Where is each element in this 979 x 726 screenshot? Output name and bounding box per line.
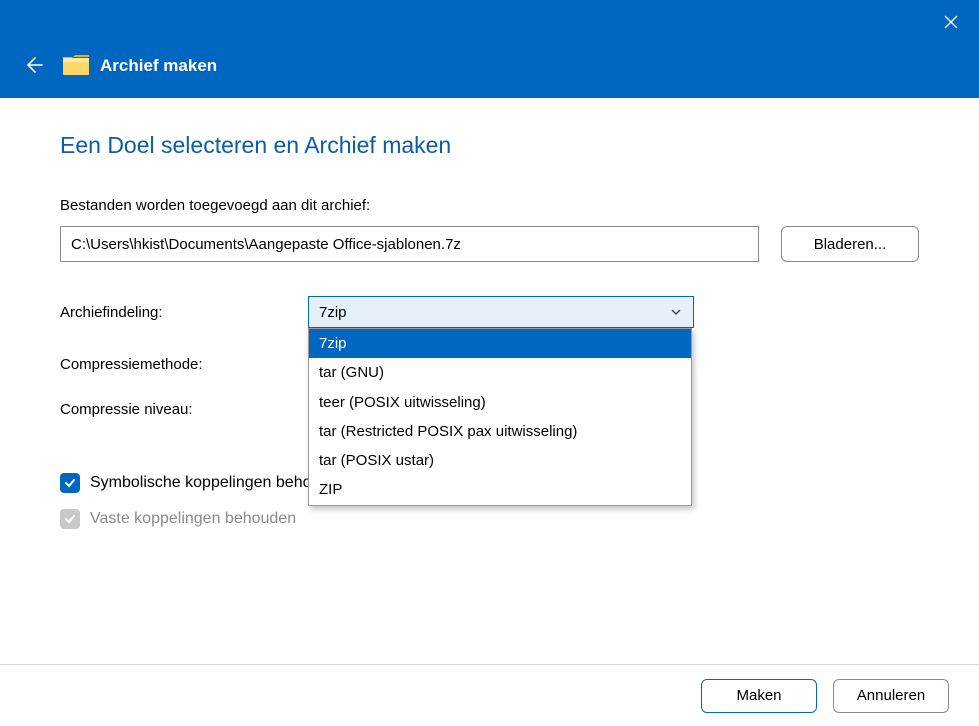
- browse-button[interactable]: Bladeren...: [781, 226, 919, 262]
- level-label: Compressie niveau:: [60, 401, 308, 418]
- back-button[interactable]: [22, 54, 62, 76]
- format-label: Archiefindeling:: [60, 304, 308, 321]
- format-option[interactable]: tar (POSIX ustar): [309, 446, 691, 475]
- make-button[interactable]: Maken: [701, 679, 817, 713]
- format-dropdown: 7zip tar (GNU) teer (POSIX uitwisseling)…: [308, 328, 692, 506]
- cancel-button[interactable]: Annuleren: [833, 679, 949, 713]
- format-option[interactable]: 7zip: [309, 329, 691, 358]
- hardlinks-label: Vaste koppelingen behouden: [90, 510, 296, 528]
- format-option[interactable]: ZIP: [309, 475, 691, 504]
- checkbox-checked-icon: [60, 473, 80, 493]
- window-title: Archief maken: [100, 56, 217, 76]
- format-option[interactable]: tar (Restricted POSIX pax uitwisseling): [309, 417, 691, 446]
- chevron-down-icon: [669, 305, 683, 319]
- folder-icon: [62, 54, 90, 76]
- archive-path-input[interactable]: [60, 226, 759, 262]
- format-option[interactable]: tar (GNU): [309, 358, 691, 387]
- format-select-value: 7zip: [319, 304, 347, 321]
- path-label: Bestanden worden toegevoegd aan dit arch…: [60, 197, 919, 214]
- checkbox-disabled-icon: [60, 509, 80, 529]
- method-label: Compressiemethode:: [60, 356, 308, 373]
- back-arrow-icon: [22, 54, 44, 76]
- close-icon: [943, 14, 959, 30]
- hardlinks-checkbox-row: Vaste koppelingen behouden: [60, 506, 919, 532]
- content-area: Een Doel selecteren en Archief maken Bes…: [0, 98, 979, 532]
- titlebar: Archief maken: [0, 0, 979, 98]
- format-select[interactable]: 7zip: [308, 296, 694, 328]
- close-button[interactable]: [937, 8, 965, 36]
- options-grid: Archiefindeling: 7zip 7zip tar (GNU) tee…: [60, 296, 919, 418]
- format-option[interactable]: teer (POSIX uitwisseling): [309, 388, 691, 417]
- page-heading: Een Doel selecteren en Archief maken: [60, 132, 919, 159]
- footer: Maken Annuleren: [0, 664, 979, 726]
